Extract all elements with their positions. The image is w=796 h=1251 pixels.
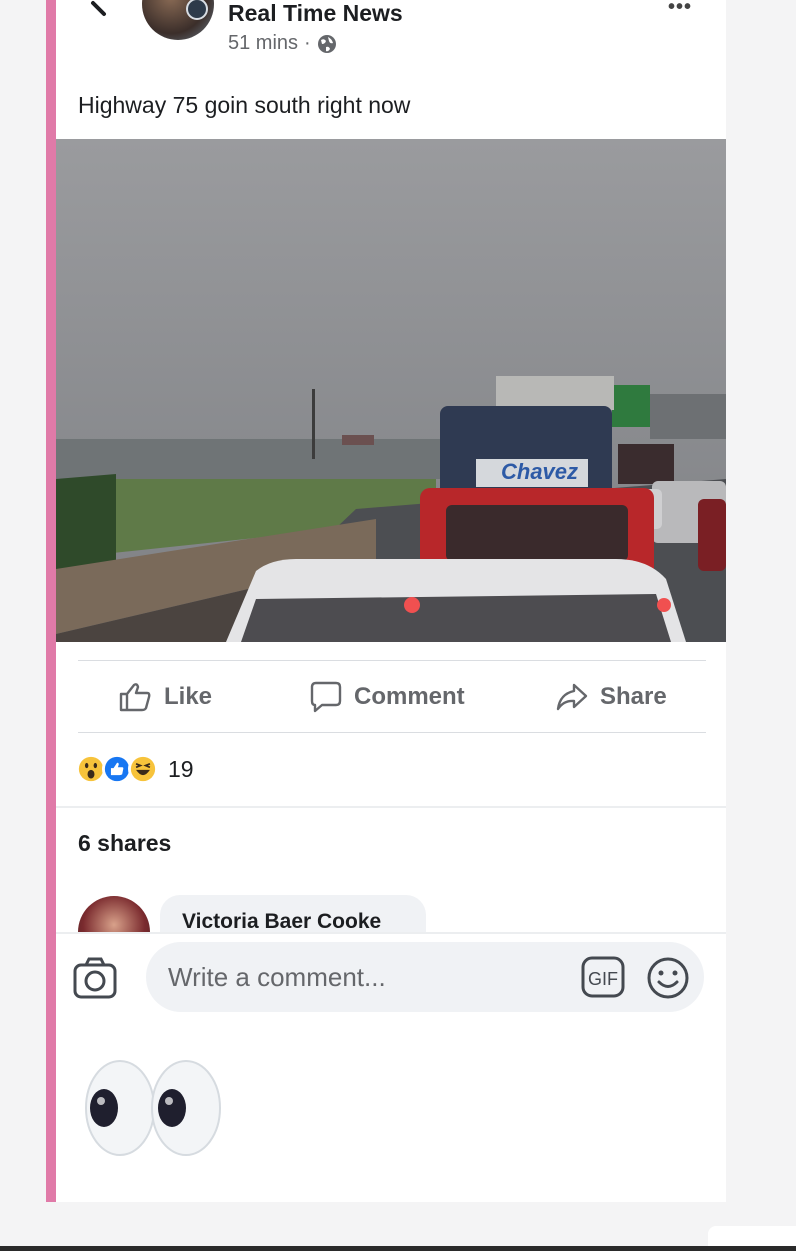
- meta-separator: ·: [304, 32, 311, 54]
- emoji-icon[interactable]: [646, 956, 690, 1000]
- actions-divider-bottom: [78, 732, 706, 733]
- thumbs-up-icon: [119, 683, 151, 712]
- comment-label: Comment: [354, 683, 465, 710]
- post-photo[interactable]: Chavez: [56, 139, 726, 642]
- post-time[interactable]: 51 mins: [228, 32, 298, 55]
- comment-button[interactable]: Comment: [308, 676, 465, 718]
- bottom-corner: [708, 1226, 796, 1246]
- back-icon[interactable]: [90, 0, 112, 18]
- post-text: Highway 75 goin south right now: [78, 92, 411, 118]
- share-icon: [556, 683, 588, 711]
- shares-divider: [56, 806, 726, 808]
- comment-icon: [310, 681, 342, 713]
- like-label: Like: [164, 683, 213, 710]
- globe-icon: [317, 34, 336, 53]
- more-options-icon[interactable]: •••: [668, 0, 692, 19]
- gif-icon[interactable]: GIF: [581, 956, 625, 998]
- reaction-count: 19: [168, 755, 194, 782]
- share-label: Share: [600, 683, 667, 710]
- accent-bar: [46, 0, 56, 1202]
- actions-divider-top: [78, 660, 706, 661]
- like-button[interactable]: Like: [118, 676, 212, 718]
- truck-sign-text: Chavez: [501, 459, 578, 484]
- reactions-summary[interactable]: 19: [76, 754, 194, 784]
- traffic-photo: Chavez: [56, 139, 726, 642]
- commenter-avatar[interactable]: [78, 896, 150, 932]
- gif-label: GIF: [588, 969, 618, 989]
- post-meta: 51 mins ·: [228, 32, 337, 55]
- page-name[interactable]: Real Time News: [228, 0, 403, 27]
- comment-placeholder: Write a comment...: [168, 962, 386, 992]
- bottom-edge: [0, 1246, 796, 1251]
- shares-count[interactable]: 6 shares: [78, 830, 171, 857]
- haha-icon: [128, 754, 158, 784]
- share-button[interactable]: Share: [554, 676, 667, 718]
- comment-author[interactable]: Victoria Baer Cooke: [182, 910, 381, 934]
- camera-icon[interactable]: [72, 956, 118, 1000]
- eyes-emoji-icon: [85, 1060, 221, 1156]
